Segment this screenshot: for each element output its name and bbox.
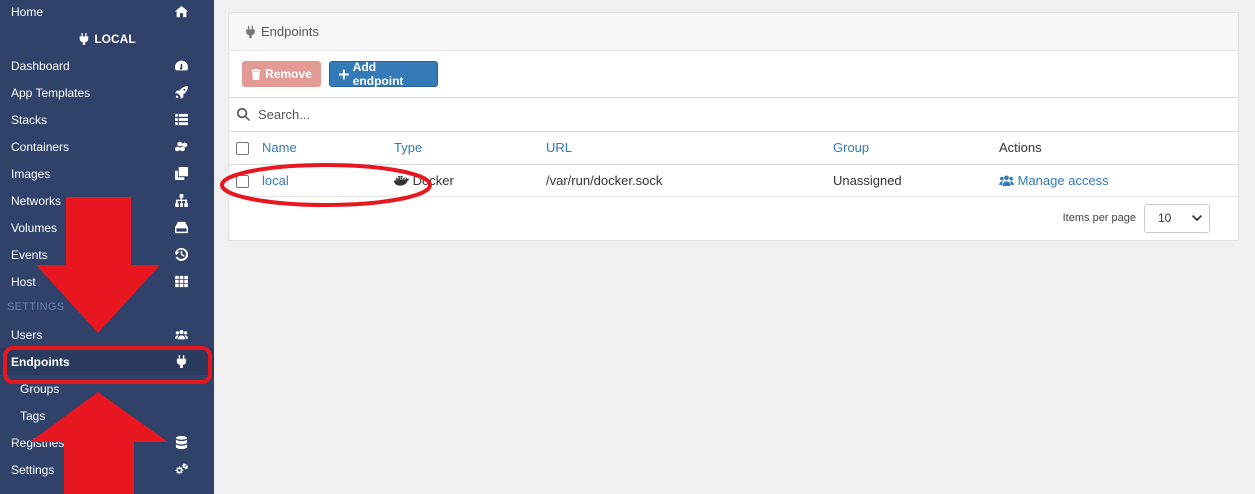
column-header-url[interactable]: URL [546, 132, 833, 165]
search-input[interactable] [258, 107, 958, 122]
remove-button[interactable]: Remove [242, 61, 321, 87]
sidebar-item-events[interactable]: Events [0, 241, 214, 268]
manage-access-link[interactable]: Manage access [999, 164, 1238, 197]
endpoint-group: Unassigned [833, 164, 999, 197]
clone-icon [174, 167, 188, 181]
settings-section-label: SETTINGS [7, 301, 65, 313]
items-per-page-select[interactable]: 10 [1144, 203, 1210, 233]
plug-icon [246, 25, 255, 38]
endpoints-panel: Endpoints Remove Add endpoint Name Type … [228, 12, 1239, 241]
toolbar: Remove Add endpoint [229, 51, 1238, 98]
users-icon [174, 328, 188, 342]
plug-icon [174, 355, 188, 369]
sidebar-item-endpoints[interactable]: Endpoints [0, 348, 214, 375]
select-all-checkbox[interactable] [236, 142, 249, 156]
search-bar [229, 98, 1238, 132]
table-header-row: Name Type URL Group Actions [229, 132, 1238, 165]
sidebar-item-registries[interactable]: Registries [0, 429, 214, 456]
sidebar-item-images[interactable]: Images [0, 160, 214, 187]
history-icon [174, 248, 188, 262]
environment-header: LOCAL [0, 25, 214, 52]
trash-icon [251, 68, 261, 80]
column-header-name[interactable]: Name [262, 132, 394, 165]
sidebar: Home LOCAL Dashboard App Templates Stack… [0, 0, 214, 494]
endpoint-url: /var/run/docker.sock [546, 164, 833, 197]
cubes-icon [174, 140, 188, 154]
panel-title: Endpoints [261, 24, 319, 39]
chevron-down-icon [1192, 214, 1202, 221]
sidebar-item-settings[interactable]: Settings [0, 456, 214, 483]
docker-icon [394, 173, 410, 188]
home-icon [174, 5, 188, 19]
sidebar-item-label: Home [11, 4, 44, 19]
database-icon [174, 436, 188, 450]
items-per-page-label: Items per page [1062, 212, 1136, 224]
sidebar-item-volumes[interactable]: Volumes [0, 214, 214, 241]
table-footer: Items per page 10 [229, 197, 1238, 240]
sitemap-icon [174, 194, 188, 208]
hdd-icon [174, 221, 188, 235]
sidebar-item-containers[interactable]: Containers [0, 133, 214, 160]
endpoint-name-link[interactable]: local [262, 173, 289, 188]
sidebar-item-networks[interactable]: Networks [0, 187, 214, 214]
table-row: local Docker /var/run/docker.sock Unassi… [229, 164, 1238, 197]
row-checkbox[interactable] [236, 174, 249, 188]
sidebar-item-home[interactable]: Home [0, 0, 214, 25]
cogs-icon [174, 463, 188, 477]
add-endpoint-button[interactable]: Add endpoint [329, 60, 438, 88]
sidebar-item-groups[interactable]: Groups [0, 375, 214, 402]
plus-icon [339, 69, 349, 79]
column-header-type[interactable]: Type [394, 132, 546, 165]
sidebar-item-stacks[interactable]: Stacks [0, 106, 214, 133]
sidebar-item-tags[interactable]: Tags [0, 402, 214, 429]
column-header-group[interactable]: Group [833, 132, 999, 165]
endpoint-type: Docker [412, 172, 454, 188]
endpoints-table: Name Type URL Group Actions local Docker… [229, 132, 1238, 197]
sidebar-item-dashboard[interactable]: Dashboard [0, 52, 214, 79]
panel-header: Endpoints [229, 13, 1238, 51]
search-icon [237, 108, 250, 121]
sidebar-item-host[interactable]: Host [0, 268, 214, 295]
plug-icon [80, 32, 89, 45]
sidebar-item-users[interactable]: Users [0, 321, 214, 348]
column-header-actions: Actions [999, 132, 1238, 165]
tachometer-icon [174, 59, 188, 73]
sidebar-item-app-templates[interactable]: App Templates [0, 79, 214, 106]
rocket-icon [174, 86, 188, 100]
users-icon [999, 173, 1014, 188]
th-icon [174, 275, 188, 289]
list-icon [174, 113, 188, 127]
